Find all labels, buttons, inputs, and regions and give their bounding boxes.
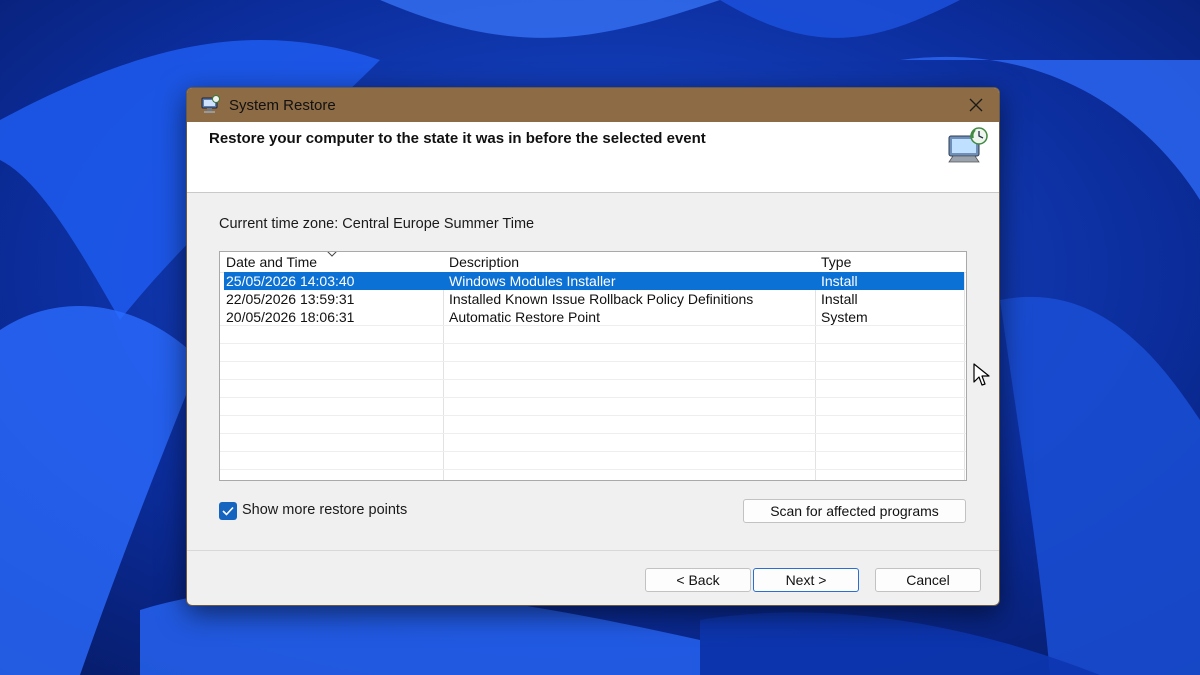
checkbox-checked[interactable]: [219, 502, 237, 520]
next-button[interactable]: Next >: [753, 568, 859, 592]
header-instruction: Restore your computer to the state it wa…: [209, 130, 706, 147]
cell-date: 25/05/2026 14:03:40: [226, 273, 355, 289]
cell-description: Windows Modules Installer: [449, 273, 616, 289]
row-divider: [220, 379, 966, 380]
column-header-type[interactable]: Type: [821, 254, 851, 270]
row-divider: [220, 451, 966, 452]
table-row[interactable]: 20/05/2026 18:06:31 Automatic Restore Po…: [224, 308, 964, 326]
column-divider: [964, 252, 965, 480]
column-header-description[interactable]: Description: [449, 254, 519, 270]
close-icon: [969, 98, 983, 112]
show-more-label: Show more restore points: [242, 502, 408, 518]
table-row[interactable]: 22/05/2026 13:59:31 Installed Known Issu…: [224, 290, 964, 308]
back-button[interactable]: < Back: [645, 568, 751, 592]
column-header-date[interactable]: Date and Time: [226, 254, 317, 270]
footer-divider: [187, 550, 999, 551]
cell-date: 20/05/2026 18:06:31: [226, 309, 355, 325]
sort-chevron-down-icon: [327, 252, 337, 257]
title-bar[interactable]: System Restore: [187, 88, 999, 122]
row-divider: [220, 469, 966, 470]
cell-type: Install: [821, 291, 858, 307]
system-restore-icon: [201, 95, 220, 113]
cell-date: 22/05/2026 13:59:31: [226, 291, 355, 307]
cell-type: Install: [821, 273, 858, 289]
row-divider: [220, 397, 966, 398]
row-divider: [220, 343, 966, 344]
close-button[interactable]: [953, 88, 999, 122]
cell-description: Automatic Restore Point: [449, 309, 600, 325]
timezone-label: Current time zone: Central Europe Summer…: [219, 216, 535, 232]
cell-type: System: [821, 309, 868, 325]
checkmark-icon: [222, 506, 234, 516]
scan-affected-programs-button[interactable]: Scan for affected programs: [743, 499, 966, 523]
header-panel: Restore your computer to the state it wa…: [187, 122, 999, 193]
system-restore-dialog: System Restore Restore your computer to …: [186, 87, 1000, 606]
mouse-pointer-icon: [973, 363, 990, 386]
row-divider: [220, 361, 966, 362]
row-divider: [220, 415, 966, 416]
cancel-button[interactable]: Cancel: [875, 568, 981, 592]
restore-points-list[interactable]: Date and Time Description Type 25/05/202…: [219, 251, 967, 481]
cell-description: Installed Known Issue Rollback Policy De…: [449, 291, 754, 307]
list-header: Date and Time Description Type: [220, 252, 966, 273]
window-title: System Restore: [229, 97, 336, 114]
row-divider: [220, 433, 966, 434]
table-row-selected[interactable]: 25/05/2026 14:03:40 Windows Modules Inst…: [224, 272, 964, 290]
restore-computer-icon: [948, 127, 988, 163]
